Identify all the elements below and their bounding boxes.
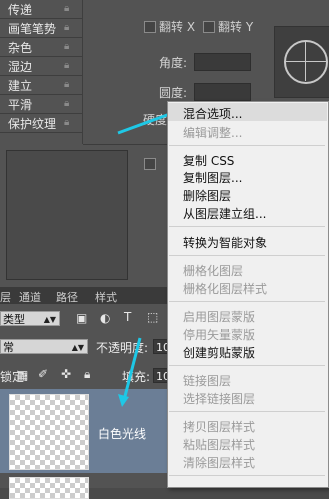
- menu-item-paste-layer-style[interactable]: 粘贴图层样式: [183, 436, 255, 453]
- menu-separator: [169, 411, 325, 412]
- arrow-to-layer: [122, 337, 142, 401]
- menu-item-disable-vector-mask[interactable]: 停用矢量蒙版: [183, 326, 255, 343]
- menu-item-duplicate-layer[interactable]: 复制图层...: [183, 169, 242, 186]
- menu-item-link-layers[interactable]: 链接图层: [183, 372, 231, 389]
- menu-separator: [169, 226, 325, 227]
- menu-item-blending-options[interactable]: 混合选项...: [183, 105, 242, 122]
- menu-separator: [169, 145, 325, 146]
- menu-item-copy-css[interactable]: 复制 CSS: [183, 152, 234, 169]
- menu-separator: [169, 475, 325, 476]
- menu-item-group-from-layers[interactable]: 从图层建立组...: [183, 205, 266, 222]
- menu-item-delete-layer[interactable]: 删除图层: [183, 187, 231, 204]
- menu-separator: [169, 301, 325, 302]
- menu-item-rasterize-layer-style[interactable]: 栅格化图层样式: [183, 280, 267, 297]
- menu-item-convert-smart-object[interactable]: 转换为智能对象: [183, 234, 267, 251]
- menu-item-copy-layer-style[interactable]: 拷贝图层样式: [183, 418, 255, 435]
- menu-item-clear-layer-style[interactable]: 清除图层样式: [183, 454, 255, 471]
- menu-item-create-clipping-mask[interactable]: 创建剪贴蒙版: [183, 344, 255, 361]
- menu-separator: [169, 255, 325, 256]
- menu-item-select-linked-layers[interactable]: 选择链接图层: [183, 390, 255, 407]
- menu-separator: [169, 365, 325, 366]
- arrow-head-icon: [118, 394, 129, 407]
- menu-item-enable-layer-mask[interactable]: 启用图层蒙版: [183, 308, 255, 325]
- menu-item-edit-adjustment[interactable]: 编辑调整...: [183, 124, 242, 141]
- menu-item-rasterize-layer[interactable]: 栅格化图层: [183, 262, 243, 279]
